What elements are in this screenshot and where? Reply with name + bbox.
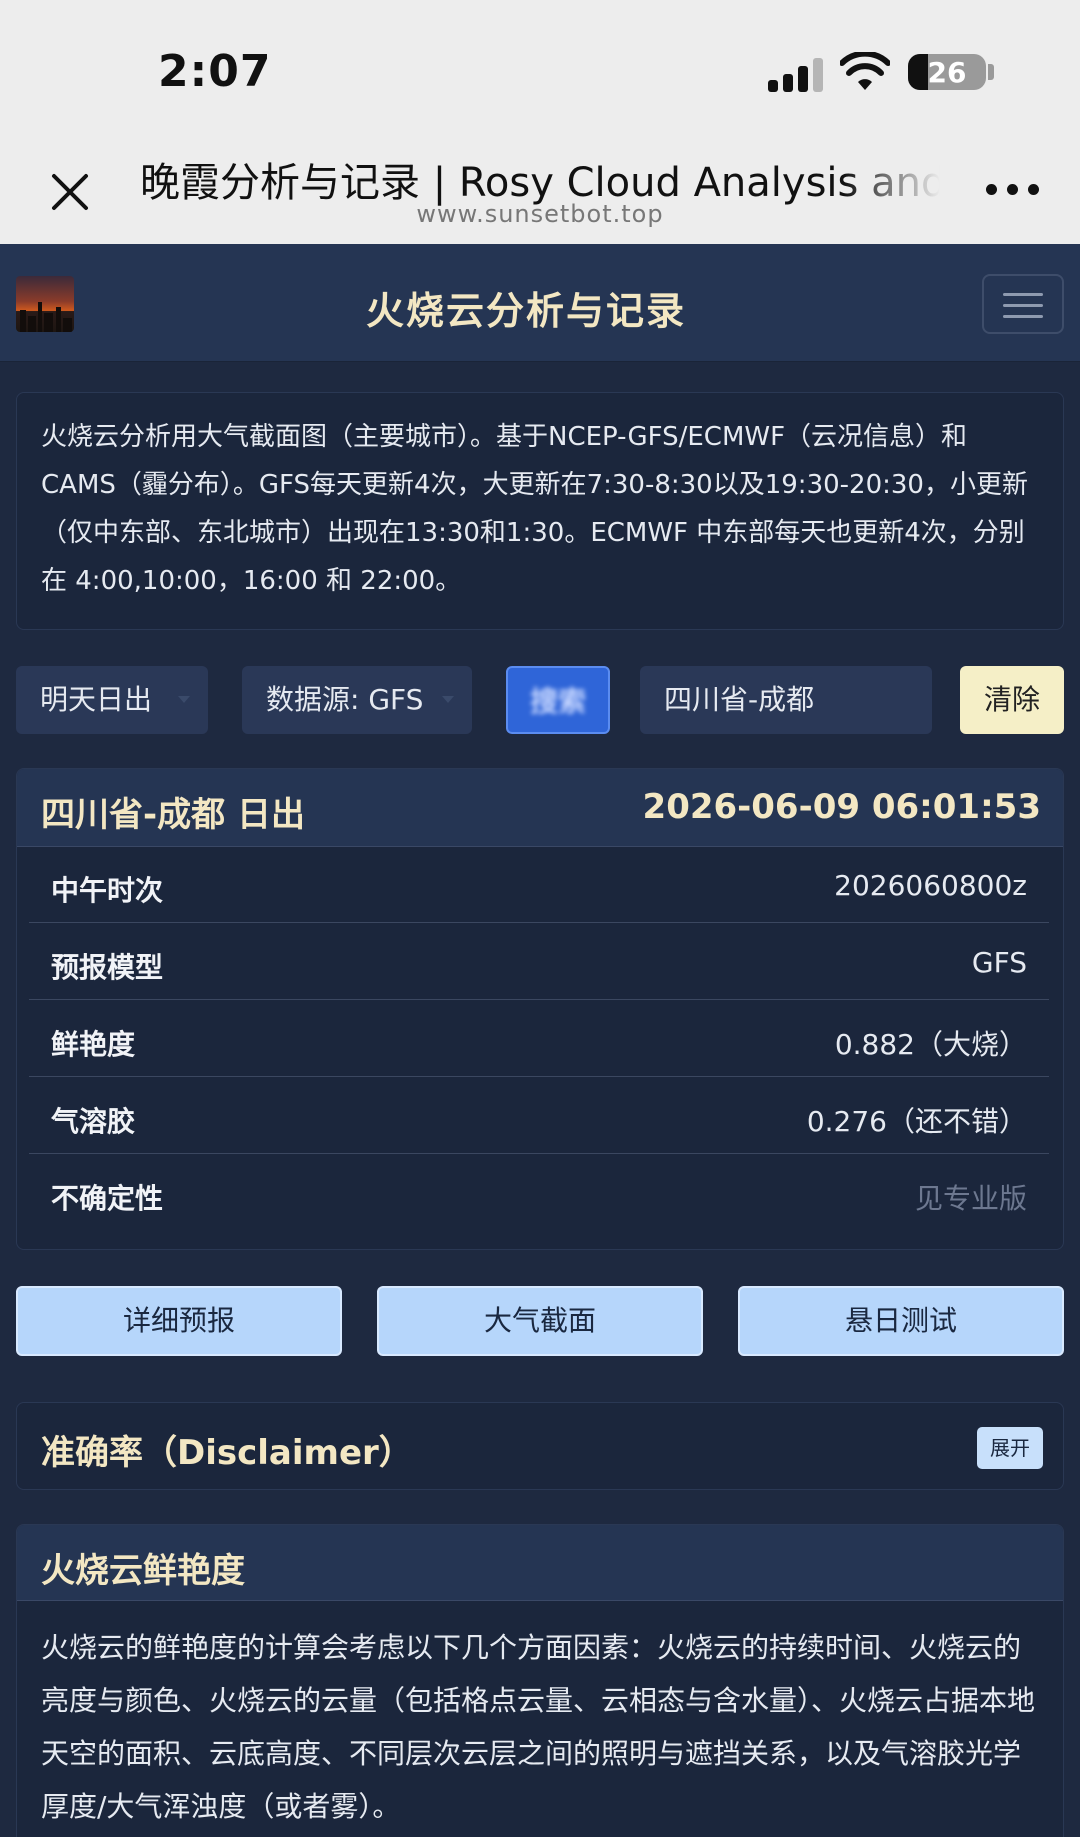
table-row: 不确定性 见专业版 <box>29 1155 1049 1231</box>
source-select[interactable]: 数据源: GFS <box>242 666 472 734</box>
vividness-header: 火烧云鲜艳度 <box>17 1525 1063 1601</box>
vividness-text: 火烧云的鲜艳度的计算会考虑以下几个方面因素：火烧云的持续时间、火烧云的亮度与颜色… <box>41 1631 1036 1823</box>
disclaimer-card: 准确率（Disclaimer） 展开 <box>16 1402 1064 1490</box>
result-header: 四川省-成都 日出 2026-06-09 06:01:53 <box>17 769 1063 847</box>
wifi-icon <box>840 52 890 90</box>
table-row: 鲜艳度 0.882（大烧） <box>29 1001 1049 1077</box>
row-label: 预报模型 <box>51 951 164 984</box>
site-navbar: 火烧云分析与记录 <box>0 244 1080 362</box>
intro-card: 火烧云分析用大气截面图（主要城市）。基于NCEP-GFS/ECMWF（云况信息）… <box>16 392 1064 630</box>
row-label: 中午时次 <box>51 874 164 907</box>
detail-forecast-button[interactable]: 详细预报 <box>16 1286 342 1356</box>
query-button[interactable]: 搜索 <box>506 666 610 734</box>
row-label: 气溶胶 <box>51 1105 136 1138</box>
sun-test-button[interactable]: 悬日测试 <box>738 1286 1064 1356</box>
row-value: 2026060800z <box>834 869 1027 902</box>
city-input[interactable] <box>640 666 932 734</box>
vividness-card: 火烧云鲜艳度 火烧云的鲜艳度的计算会考虑以下几个方面因素：火烧云的持续时间、火烧… <box>16 1524 1064 1837</box>
forecast-result-card: 四川省-成都 日出 2026-06-09 06:01:53 中午时次 20260… <box>16 768 1064 1250</box>
table-row: 气溶胶 0.276（还不错） <box>29 1078 1049 1154</box>
expand-button[interactable]: 展开 <box>977 1427 1043 1469</box>
battery-icon: 26 <box>908 54 986 90</box>
row-label: 不确定性 <box>51 1182 164 1215</box>
site-title[interactable]: 火烧云分析与记录 <box>0 280 1052 335</box>
table-row: 中午时次 2026060800z <box>29 847 1049 923</box>
disclaimer-title: 准确率（Disclaimer） <box>41 1433 413 1473</box>
status-time: 2:07 <box>158 46 272 97</box>
result-location: 四川省-成都 日出 <box>41 795 305 835</box>
cellular-signal-icon <box>768 58 824 92</box>
clear-button[interactable]: 清除 <box>960 666 1064 734</box>
atmosphere-section-button[interactable]: 大气截面 <box>377 1286 703 1356</box>
event-select[interactable]: 明天日出 <box>16 666 208 734</box>
row-value: 0.276（还不错） <box>806 1105 1027 1138</box>
battery-percent: 26 <box>927 56 967 89</box>
menu-icon[interactable] <box>982 274 1064 334</box>
status-bar: 2:07 26 <box>0 0 1080 140</box>
more-options-icon[interactable] <box>986 184 1040 200</box>
vividness-title: 火烧云鲜艳度 <box>41 1551 245 1591</box>
result-datetime: 2026-06-09 06:01:53 <box>642 787 1041 827</box>
event-select-value: 明天日出 <box>40 683 153 716</box>
battery-tip <box>988 64 994 80</box>
chevron-down-icon <box>442 696 454 703</box>
row-value: 0.882（大烧） <box>834 1028 1027 1061</box>
row-value: GFS <box>971 946 1027 979</box>
browser-header: 晚霞分析与记录 | Rosy Cloud Analysis and www.su… <box>0 140 1080 244</box>
page-url: www.sunsetbot.top <box>416 200 664 228</box>
pro-version-link[interactable]: 见专业版 <box>915 1177 1027 1217</box>
chevron-down-icon <box>178 696 190 703</box>
table-row: 预报模型 GFS <box>29 924 1049 1000</box>
row-label: 鲜艳度 <box>51 1028 136 1061</box>
query-button-label: 搜索 <box>529 685 586 718</box>
intro-text: 火烧云分析用大气截面图（主要城市）。基于NCEP-GFS/ECMWF（云况信息）… <box>41 422 1028 596</box>
source-select-value: 数据源: GFS <box>266 683 424 716</box>
